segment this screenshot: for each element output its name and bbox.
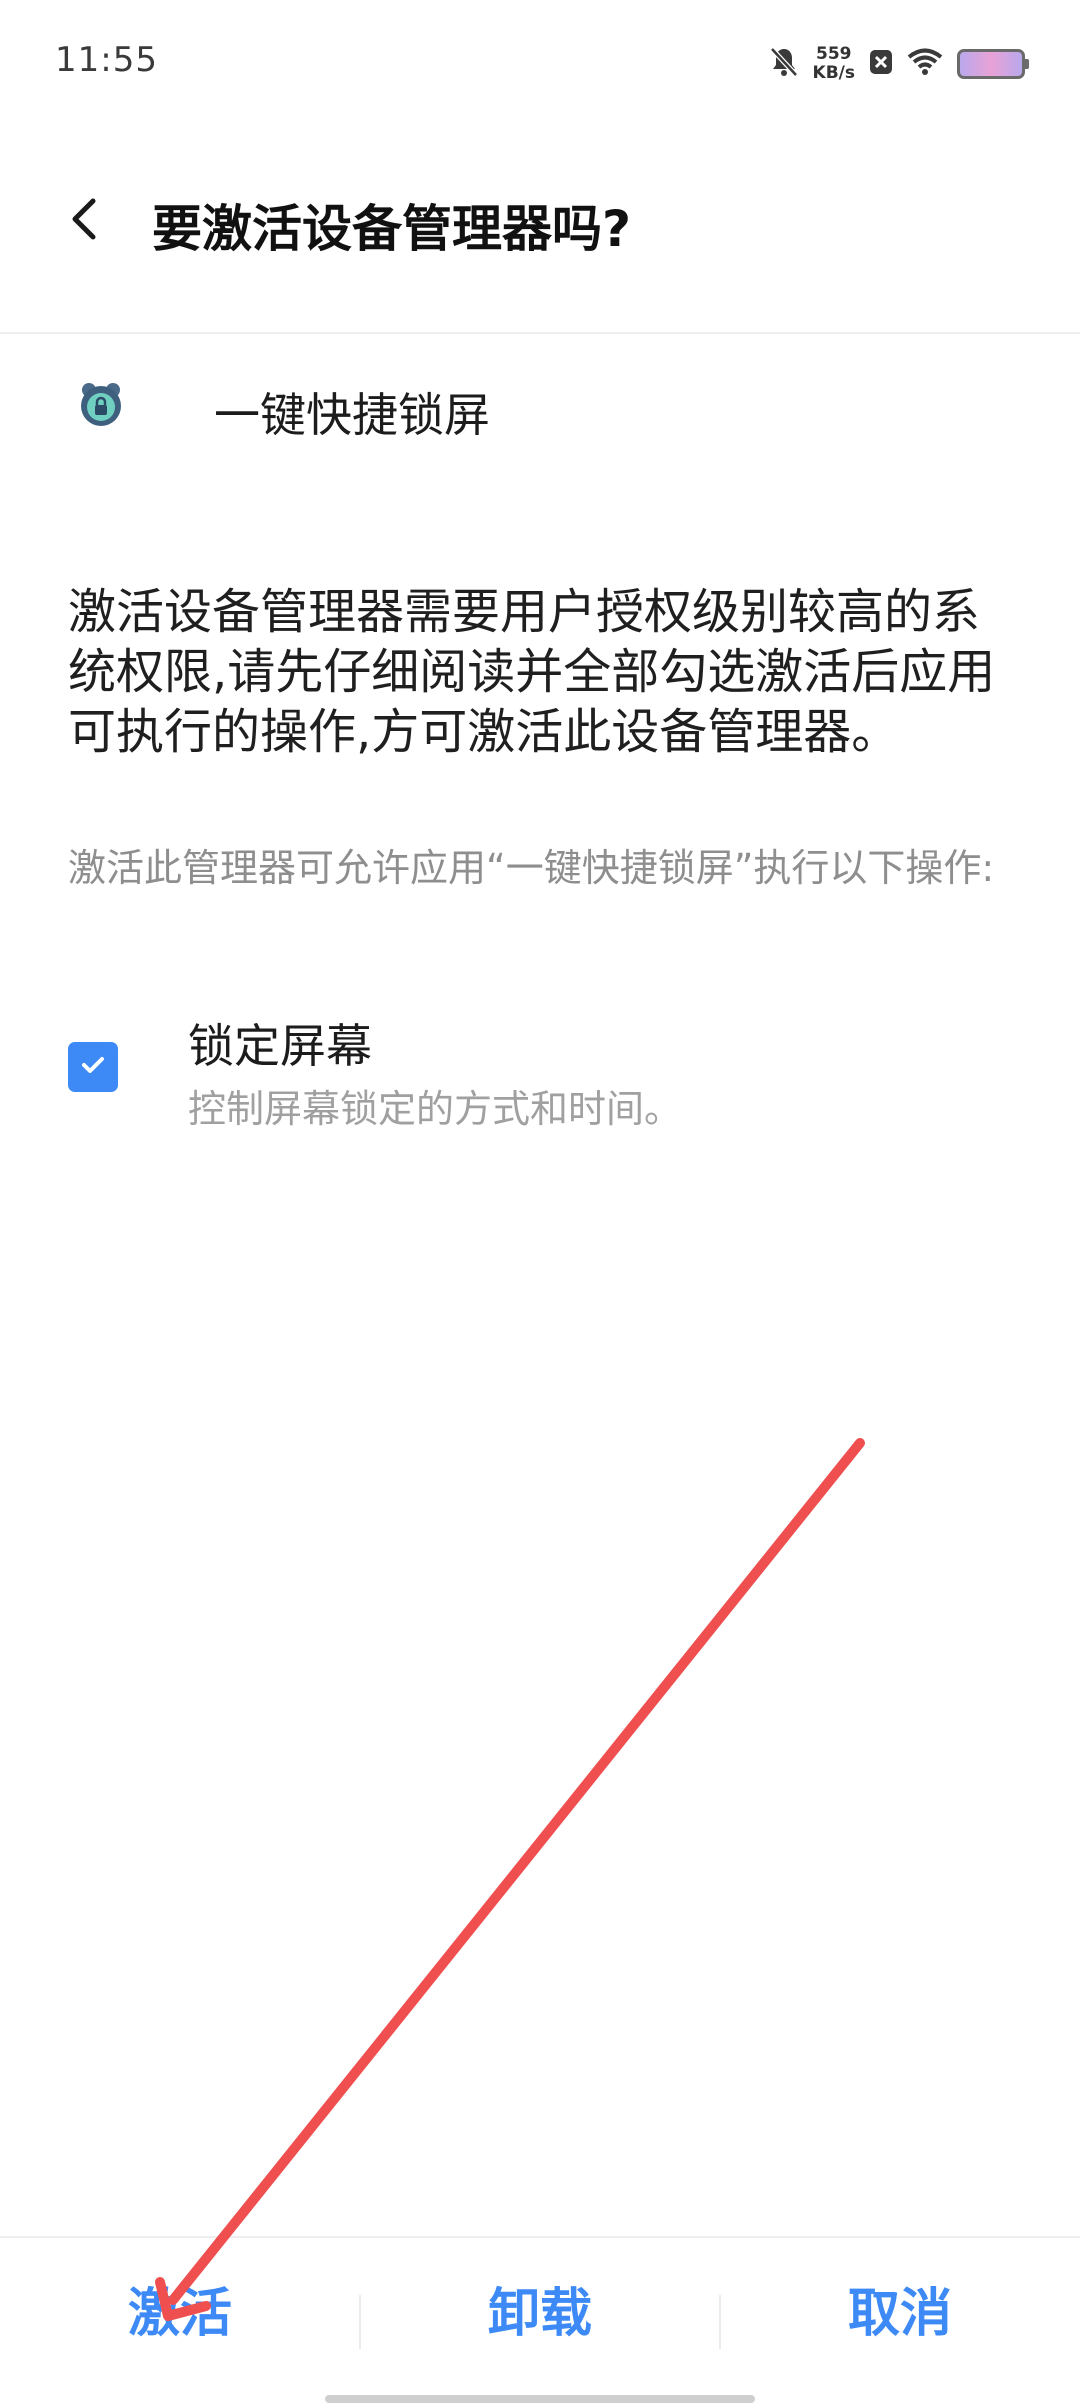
allow-text: 激活此管理器可允许应用“一键快捷锁屏”执行以下操作:	[68, 846, 995, 890]
net-speed-value: 559	[816, 44, 852, 64]
check-icon	[78, 1050, 108, 1084]
permission-title: 锁定屏幕	[188, 1019, 372, 1073]
permission-item-lock-screen[interactable]: 锁定屏幕 控制屏幕锁定的方式和时间。	[0, 1000, 1080, 1150]
home-indicator[interactable]	[325, 2395, 755, 2403]
status-icons: 559 KB/s	[769, 40, 1029, 88]
net-speed-unit: KB/s	[812, 63, 855, 83]
lock-app-icon	[77, 380, 125, 428]
header: 要激活设备管理器吗?	[0, 126, 1080, 334]
app-row: 一键快捷锁屏	[0, 352, 1080, 462]
cancel-button[interactable]: 取消	[720, 2238, 1080, 2378]
net-speed: 559 KB/s	[813, 45, 855, 83]
battery-icon	[957, 49, 1029, 79]
page-title: 要激活设备管理器吗?	[152, 200, 632, 258]
bottom-action-bar: 激活 卸载 取消	[0, 2236, 1080, 2408]
status-time: 11:55	[55, 40, 158, 80]
back-button[interactable]	[50, 186, 120, 256]
device-admin-screen: 11:55 559 KB/s 要激活设备管理器吗? 一键快捷锁屏 激活设备管理器…	[0, 0, 1080, 2408]
permission-checkbox[interactable]	[68, 1042, 118, 1092]
back-arrow-icon	[65, 195, 105, 247]
activate-button[interactable]: 激活	[0, 2238, 360, 2378]
bell-off-icon	[769, 46, 799, 82]
status-bar: 11:55 559 KB/s	[0, 0, 1080, 126]
close-box-icon	[869, 48, 893, 80]
admin-description: 激活设备管理器需要用户授权级别较高的系统权限,请先仔细阅读并全部勾选激活后应用可…	[68, 584, 996, 760]
app-name: 一键快捷锁屏	[214, 388, 490, 442]
permission-description: 控制屏幕锁定的方式和时间。	[188, 1087, 683, 1131]
wifi-icon	[907, 47, 943, 81]
uninstall-button[interactable]: 卸载	[360, 2238, 720, 2378]
